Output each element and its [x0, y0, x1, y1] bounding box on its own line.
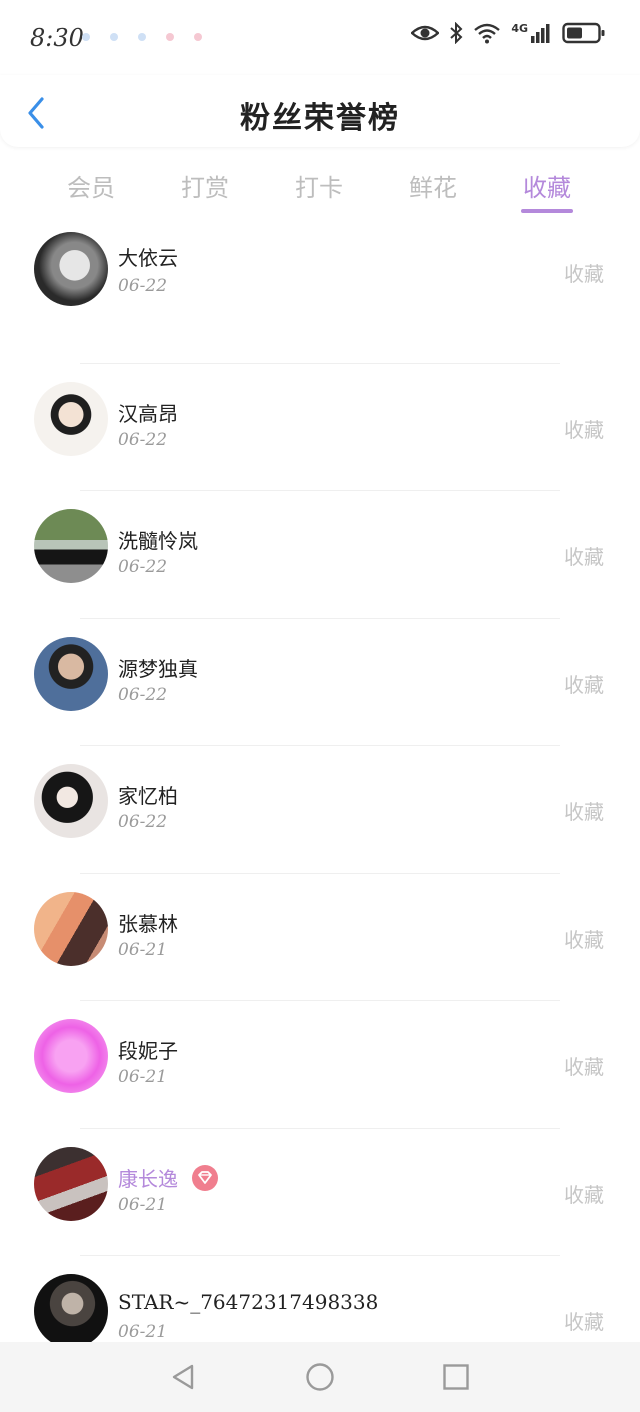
tab-reward[interactable]: 打赏 [150, 168, 260, 203]
notification-dot-icon [138, 33, 146, 41]
favorite-date: 06-21 [118, 1067, 168, 1087]
favorite-action-label: 收藏 [564, 1310, 604, 1334]
user-name: 汉高昂 [118, 401, 178, 426]
favorite-date: 06-21 [118, 939, 168, 960]
tab-bar: 会员 打赏 打卡 鲜花 收藏 [0, 160, 640, 220]
user-name: 家忆柏 [118, 784, 178, 808]
tab-checkin[interactable]: 打卡 [264, 168, 374, 203]
back-triangle-icon [172, 1364, 194, 1390]
favorite-date: 06-22 [118, 557, 168, 577]
notification-dots [82, 33, 202, 41]
network-type: 4G [511, 21, 528, 35]
favorite-action-label: 收藏 [564, 262, 604, 286]
active-tab-indicator [521, 209, 573, 213]
list-item[interactable]: 家忆柏 06-22 收藏 [0, 746, 640, 874]
favorite-action-label: 收藏 [564, 545, 604, 569]
tab-member[interactable]: 会员 [36, 168, 146, 203]
favorite-date: 06-22 [118, 812, 168, 832]
fan-list: 大依云 06-22 收藏 汉高昂 06-22 收藏 洗髓怜岚 06-22 收藏 … [0, 232, 640, 1384]
favorite-action-label: 收藏 [564, 1182, 604, 1207]
favorite-action-label: 收藏 [564, 800, 604, 824]
user-name: 洗髓怜岚 [118, 529, 198, 553]
list-item[interactable]: 源梦独真 06-22 收藏 [0, 619, 640, 746]
user-name: 大依云 [118, 246, 178, 270]
diamond-icon [198, 1170, 212, 1184]
favorite-action-label: 收藏 [564, 927, 604, 952]
user-name: 源梦独真 [118, 656, 198, 681]
page-title: 粉丝荣誉榜 [240, 101, 400, 136]
user-name: STAR~_76472317498338 [118, 1290, 379, 1314]
avatar [34, 509, 108, 583]
list-item[interactable]: 段妮子 06-21 收藏 [0, 1001, 640, 1129]
favorite-date: 06-22 [118, 429, 168, 450]
bluetooth-icon [450, 22, 463, 44]
avatar [34, 1274, 108, 1348]
avatar [34, 232, 108, 306]
avatar [34, 1146, 108, 1221]
tab-flowers[interactable]: 鲜花 [378, 168, 488, 203]
favorite-date: 06-22 [118, 276, 168, 296]
list-item[interactable]: 大依云 06-22 收藏 [0, 232, 640, 364]
notification-dot-icon [82, 33, 90, 41]
system-nav-bar [0, 1342, 640, 1412]
vip-badge [192, 1164, 218, 1191]
nav-recents-button[interactable] [439, 1360, 473, 1394]
favorite-action-label: 收藏 [564, 672, 604, 697]
home-circle-icon [306, 1363, 334, 1391]
notification-dot-icon [110, 33, 118, 41]
avatar [34, 764, 108, 838]
recents-square-icon [443, 1364, 469, 1390]
avatar [34, 891, 108, 966]
header: 粉丝荣誉榜 [0, 75, 640, 147]
favorite-date: 06-21 [118, 1194, 168, 1215]
avatar [34, 636, 108, 711]
favorite-action-label: 收藏 [564, 417, 604, 442]
favorite-date: 06-22 [118, 684, 168, 705]
signal-icon [531, 24, 550, 43]
status-bar: 8:30 4G [0, 0, 640, 75]
nav-home-button[interactable] [303, 1360, 337, 1394]
list-item[interactable]: 汉高昂 06-22 收藏 [0, 364, 640, 491]
list-item[interactable]: 张慕林 06-21 收藏 [0, 874, 640, 1001]
list-item[interactable]: 康长逸 06-21 收藏 [0, 1129, 640, 1256]
notification-dot-icon [166, 33, 174, 41]
status-time: 8:30 [30, 24, 84, 52]
user-name: 段妮子 [118, 1039, 178, 1063]
status-icons: 4G [411, 22, 606, 44]
battery-icon [562, 22, 605, 44]
favorite-date: 06-21 [118, 1322, 168, 1342]
user-name: 张慕林 [118, 911, 178, 936]
tab-favorites[interactable]: 收藏 [492, 168, 602, 203]
notification-dot-icon [194, 33, 202, 41]
avatar [34, 381, 108, 456]
wifi-icon [474, 23, 501, 44]
eye-icon [411, 25, 440, 41]
user-name: 康长逸 [118, 1166, 178, 1191]
favorite-action-label: 收藏 [564, 1055, 604, 1079]
nav-back-button[interactable] [166, 1360, 200, 1394]
avatar [34, 1019, 108, 1093]
list-item[interactable]: 洗髓怜岚 06-22 收藏 [0, 491, 640, 619]
